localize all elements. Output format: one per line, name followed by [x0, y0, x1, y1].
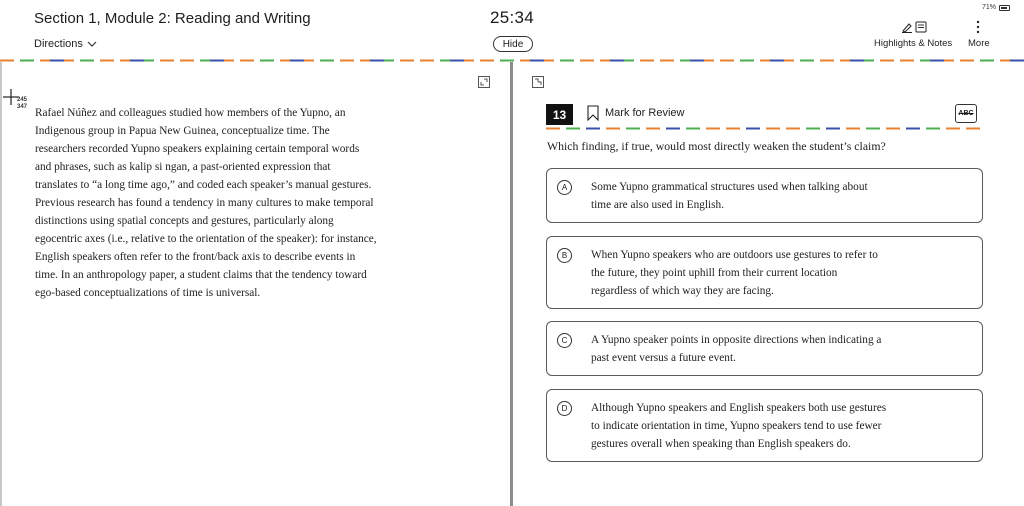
abc-label: ABC: [958, 110, 974, 117]
mark-for-review-button[interactable]: Mark for Review: [587, 105, 684, 121]
answer-choice-d[interactable]: D Although Yupno speakers and English sp…: [546, 389, 983, 462]
choice-text: When Yupno speakers who are outdoors use…: [591, 249, 878, 297]
bookmark-icon: [587, 105, 599, 121]
answer-eliminator-button[interactable]: ABC: [955, 104, 977, 123]
choice-letter: C: [557, 333, 572, 348]
expand-passage-icon[interactable]: [478, 76, 490, 88]
chevron-down-icon: [87, 41, 97, 47]
answer-choice-c[interactable]: C A Yupno speaker points in opposite dir…: [546, 321, 983, 376]
answer-choice-b[interactable]: B When Yupno speakers who are outdoors u…: [546, 236, 983, 309]
choice-letter: D: [557, 401, 572, 416]
choice-text: A Yupno speaker points in opposite direc…: [591, 334, 882, 364]
left-edge: [0, 62, 2, 506]
expand-question-icon[interactable]: [532, 76, 544, 88]
choice-letter: A: [557, 180, 572, 195]
line-number: 245: [17, 97, 28, 103]
line-number: 347: [17, 104, 28, 110]
passage-text[interactable]: Rafael Núñez and colleagues studied how …: [35, 104, 475, 302]
section-title: Section 1, Module 2: Reading and Writing: [34, 10, 311, 27]
directions-label: Directions: [34, 38, 83, 50]
passage-paragraph: Rafael Núñez and colleagues studied how …: [35, 107, 377, 299]
choice-text: Although Yupno speakers and English spea…: [591, 402, 887, 450]
question-number: 13: [546, 104, 573, 125]
question-prompt: Which finding, if true, would most direc…: [547, 139, 886, 153]
top-bar: Section 1, Module 2: Reading and Writing…: [0, 0, 1024, 62]
question-dashed-divider: [546, 127, 982, 130]
choice-letter: B: [557, 248, 572, 263]
timer: 25:34: [490, 8, 535, 27]
hide-timer-button[interactable]: Hide: [493, 36, 533, 52]
choice-text: Some Yupno grammatical structures used w…: [591, 181, 868, 211]
pane-divider[interactable]: [510, 62, 513, 506]
status-bar: 71%: [982, 4, 1011, 11]
mark-for-review-label: Mark for Review: [605, 107, 685, 119]
battery-percent: 71%: [982, 4, 997, 11]
more-label[interactable]: More: [968, 38, 990, 49]
highlights-notes-icon[interactable]: [900, 21, 930, 33]
line-numbers: 245 347: [17, 97, 27, 111]
battery-icon: [999, 4, 1011, 11]
answer-choice-a[interactable]: A Some Yupno grammatical structures used…: [546, 168, 983, 223]
more-icon[interactable]: [975, 20, 981, 34]
highlights-notes-label[interactable]: Highlights & Notes: [874, 38, 952, 49]
directions-button[interactable]: Directions: [34, 38, 97, 50]
